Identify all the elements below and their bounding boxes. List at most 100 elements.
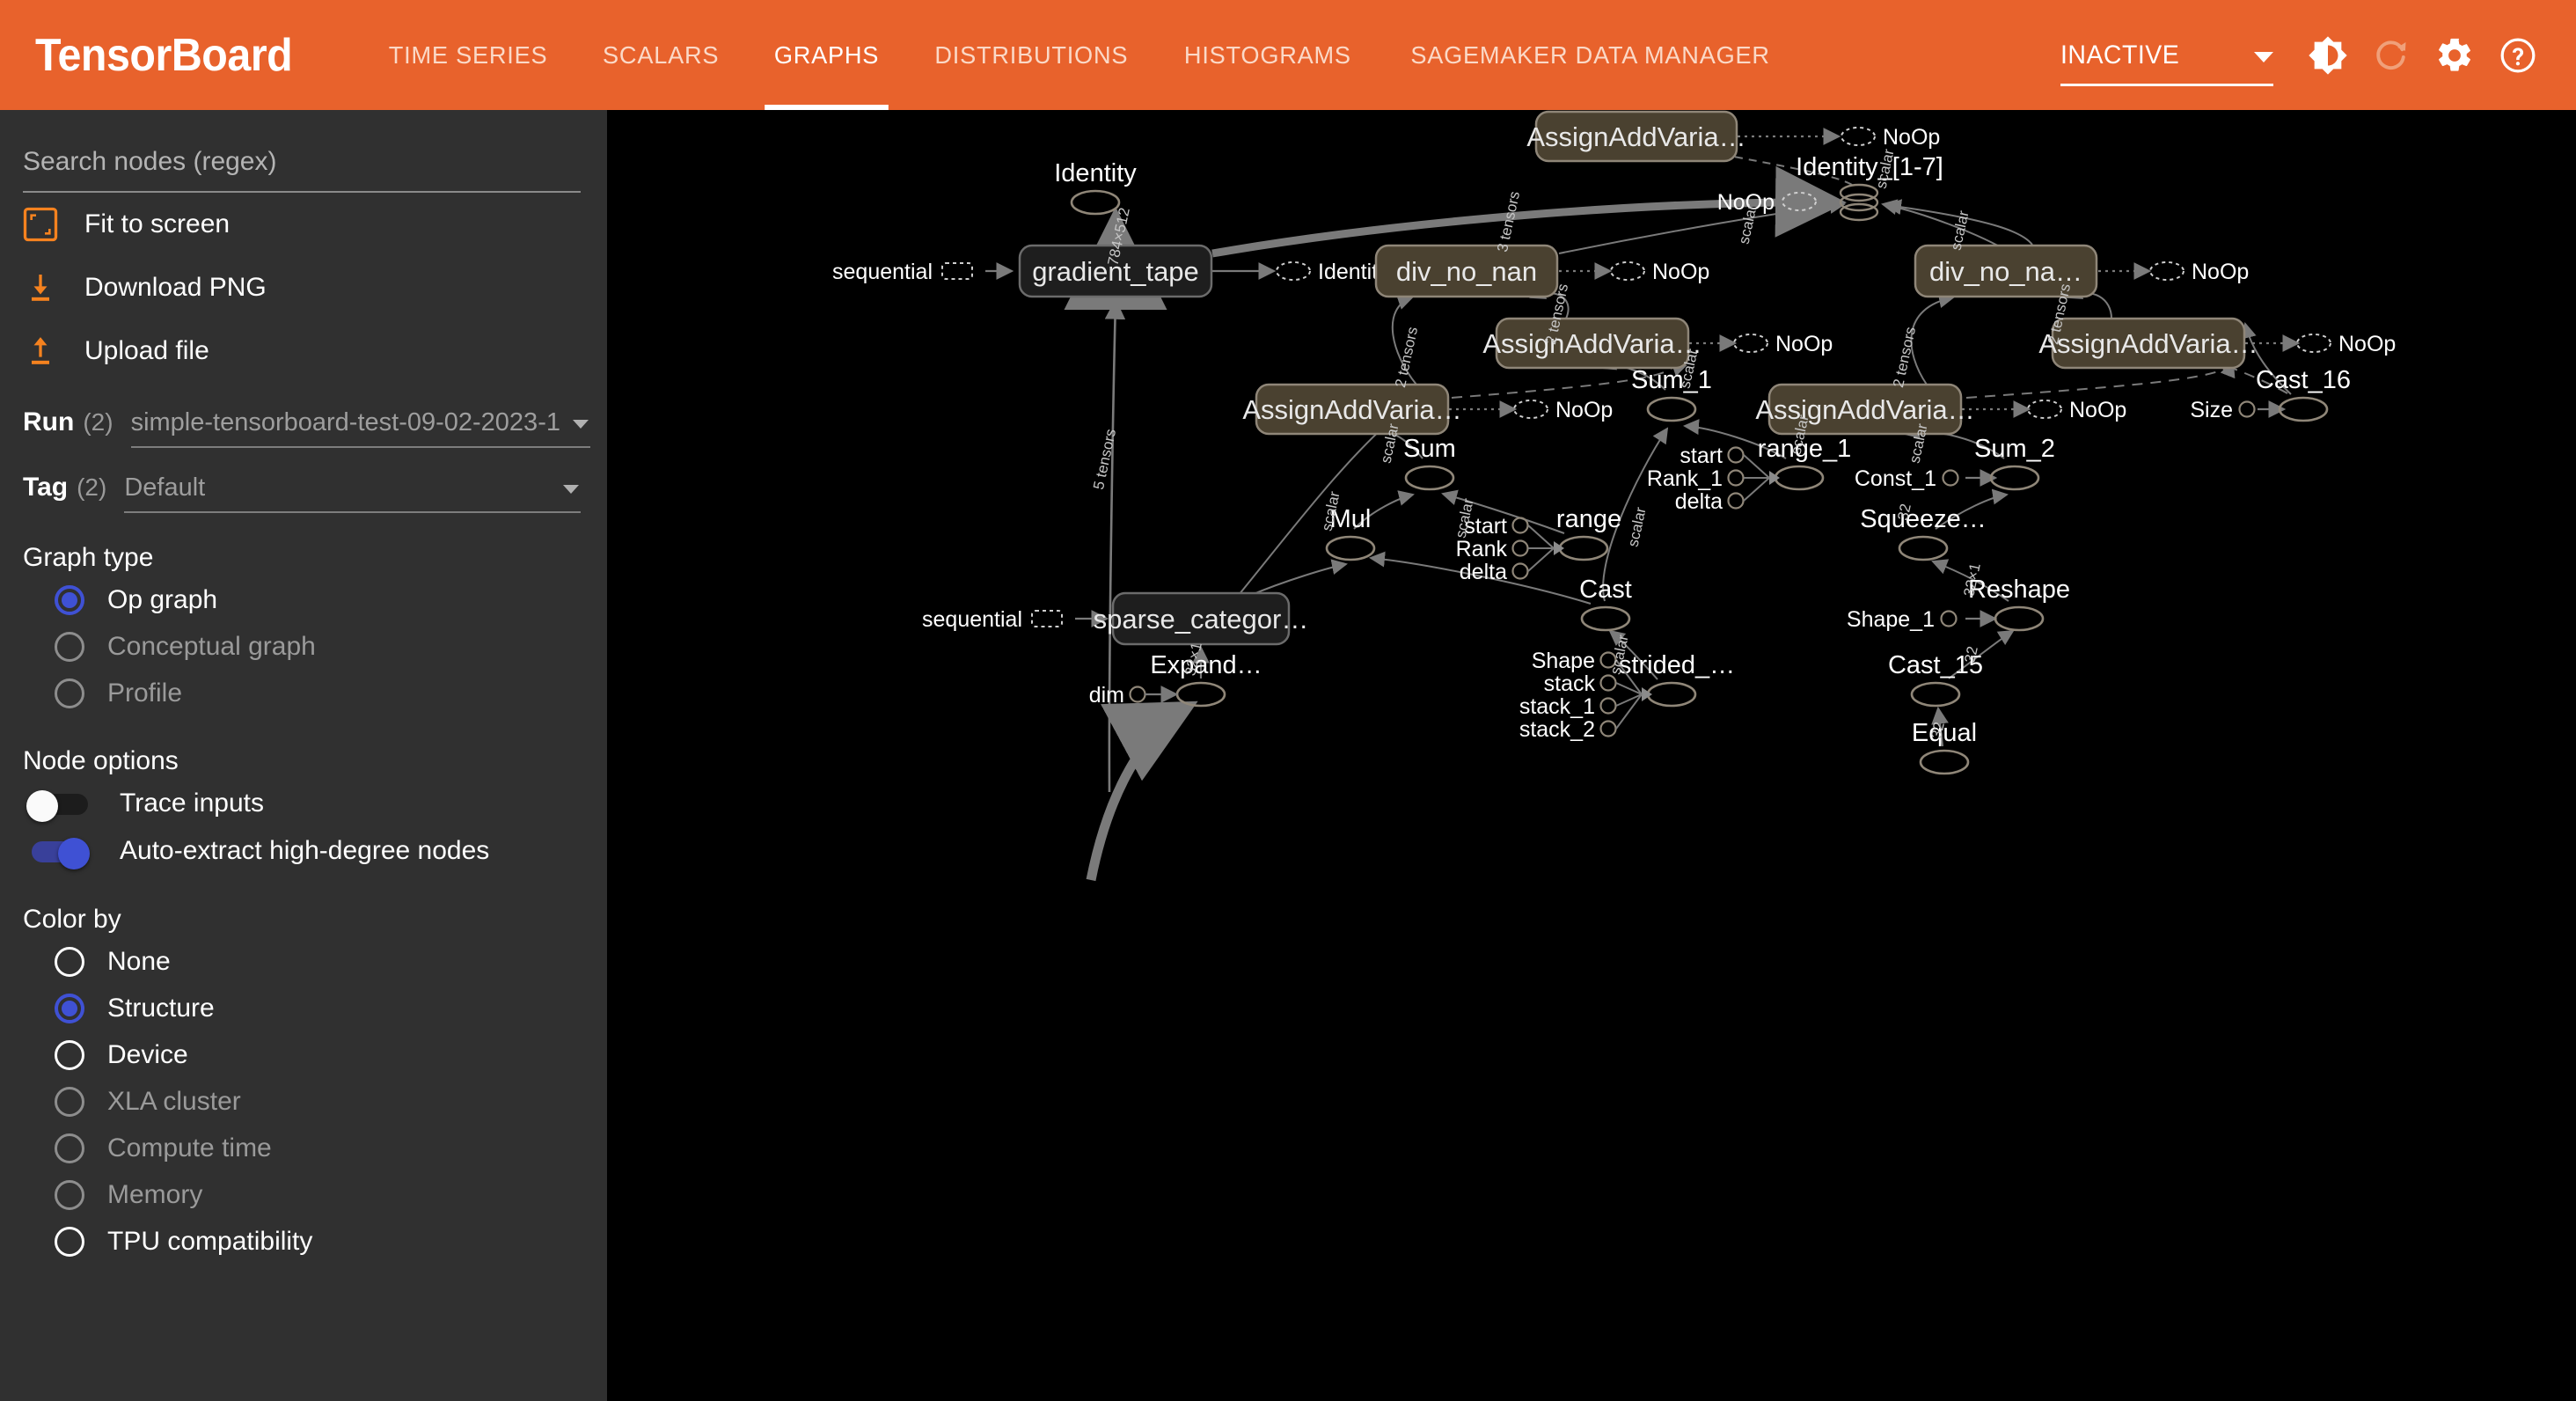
graph-node-noop_b2[interactable]: NoOp <box>2027 398 2126 422</box>
node-shape[interactable] <box>1646 396 1697 422</box>
input-port[interactable] <box>1599 720 1617 737</box>
brightness-icon[interactable] <box>2296 24 2360 87</box>
node-shape[interactable] <box>1942 469 1959 487</box>
graph-node-strided[interactable]: strided_… Shapestackstack_1stack_2 <box>1519 649 1735 742</box>
node-shape[interactable] <box>1919 749 1970 775</box>
node-shape[interactable] <box>1646 681 1697 708</box>
node-shape[interactable] <box>1733 334 1768 353</box>
graph-node-assignadd_b1[interactable]: AssignAddVaria… <box>1242 383 1462 436</box>
graph-node-shape_1[interactable]: Shape_1 <box>1847 607 1958 632</box>
node-shape[interactable] <box>2238 400 2256 418</box>
graph-node-noop_top[interactable]: NoOp <box>1841 125 1940 150</box>
radio-color-xla-cluster[interactable]: XLA cluster <box>55 1078 607 1125</box>
node-shape[interactable] <box>1839 202 1879 222</box>
node-shape[interactable] <box>1774 465 1825 491</box>
graph-node-seq_bottom[interactable]: sequential <box>922 607 1063 632</box>
graph-node-assignadd_m2[interactable]: AssignAddVaria… <box>2038 317 2258 370</box>
radio-color-compute-time[interactable]: Compute time <box>55 1125 607 1171</box>
input-port[interactable] <box>1599 697 1617 715</box>
tab-scalars[interactable]: SCALARS <box>578 0 743 110</box>
graph-node-sum_1[interactable]: Sum_1 <box>1631 366 1712 422</box>
graph-node-range[interactable]: rangestartRankdelta <box>1456 505 1621 584</box>
radio-conceptual-graph[interactable]: Conceptual graph <box>55 623 607 670</box>
node-shape[interactable] <box>2296 334 2331 353</box>
tab-sagemaker-data-manager[interactable]: SAGEMAKER DATA MANAGER <box>1386 0 1795 110</box>
graph-node-assignadd_m1[interactable]: AssignAddVaria… <box>1482 317 1702 370</box>
radio-color-none[interactable]: None <box>55 938 607 985</box>
radio-color-device[interactable]: Device <box>55 1031 607 1078</box>
tab-graphs[interactable]: GRAPHS <box>749 0 904 110</box>
graph-node-sum[interactable]: Sum <box>1403 435 1456 491</box>
input-port[interactable] <box>1599 674 1617 692</box>
node-shape[interactable] <box>1070 189 1121 216</box>
radio-color-structure[interactable]: Structure <box>55 985 607 1031</box>
node-shape[interactable] <box>1276 261 1311 281</box>
graph-node-squeeze[interactable]: Squeeze… <box>1860 505 1987 561</box>
radio-color-tpu-compatibility[interactable]: TPU compatibility <box>55 1218 607 1265</box>
node-shape[interactable] <box>2278 396 2329 422</box>
graph-node-div_no_nan[interactable]: div_no_nan <box>1374 244 1559 298</box>
graph-node-range_1[interactable]: range_1startRank_1delta <box>1647 435 1851 514</box>
node-shape[interactable] <box>1841 127 1876 146</box>
graph-node-assignadd_top[interactable]: AssignAddVaria… <box>1526 110 1746 163</box>
tag-value-box[interactable]: Default <box>124 473 581 513</box>
run-value-box[interactable]: simple-tensorboard-test-09-02-2023-1 <box>130 408 590 448</box>
toggle-trace-inputs[interactable]: Trace inputs <box>26 780 607 827</box>
node-shape[interactable] <box>1031 610 1063 627</box>
refresh-icon[interactable] <box>2360 24 2423 87</box>
radio-profile[interactable]: Profile <box>55 670 607 716</box>
input-port[interactable] <box>1511 539 1529 557</box>
settings-gear-icon[interactable] <box>2423 24 2486 87</box>
input-port[interactable] <box>1727 469 1745 487</box>
tab-time-series[interactable]: TIME SERIES <box>364 0 573 110</box>
upload-file-button[interactable]: Upload file <box>23 319 607 383</box>
graph-node-const_1[interactable]: Const_1 <box>1855 466 1959 491</box>
node-shape[interactable] <box>1175 681 1226 708</box>
graph-node-sparse_cce[interactable]: sparse_categor… <box>1094 591 1309 646</box>
node-shape[interactable] <box>1994 605 2045 632</box>
node-shape[interactable] <box>1513 400 1548 419</box>
run-selector[interactable]: Run (2) simple-tensorboard-test-09-02-20… <box>23 392 590 448</box>
graph-node-noop_div1[interactable]: NoOp <box>1610 260 1709 284</box>
graph-canvas[interactable]: AssignAddVaria… NoOp Identity_[1-7] NoOp Ide… <box>607 110 2576 1401</box>
graph-node-noop_div2[interactable]: NoOp <box>2149 260 2249 284</box>
graph-node-cast[interactable]: Cast <box>1579 576 1632 632</box>
search-input[interactable] <box>23 147 581 191</box>
graph-node-expand[interactable]: Expand… dim <box>1089 651 1262 708</box>
input-port[interactable] <box>1129 686 1146 703</box>
node-shape[interactable] <box>1898 535 1949 561</box>
help-icon[interactable] <box>2486 24 2550 87</box>
toggle-auto-extract[interactable]: Auto-extract high-degree nodes <box>26 827 607 875</box>
fit-to-screen-button[interactable]: Fit to screen <box>23 193 607 256</box>
graph-node-seq_top[interactable]: sequential <box>832 260 973 284</box>
node-shape[interactable] <box>1910 681 1961 708</box>
tag-selector[interactable]: Tag (2) Default <box>23 457 581 513</box>
graph-node-noop_b1[interactable]: NoOp <box>1513 398 1613 422</box>
tab-histograms[interactable]: HISTOGRAMS <box>1160 0 1376 110</box>
node-shape[interactable] <box>1610 261 1645 281</box>
graph-node-cast_16[interactable]: Cast_16 <box>2256 366 2351 422</box>
node-shape[interactable] <box>1404 465 1455 491</box>
node-shape[interactable] <box>1558 535 1609 561</box>
graph-node-assignadd_b2[interactable]: AssignAddVaria… <box>1755 383 1975 436</box>
input-port[interactable] <box>1727 446 1745 464</box>
graph-svg[interactable]: AssignAddVaria… NoOp Identity_[1-7] NoOp Ide… <box>607 110 2576 1401</box>
graph-node-reshape[interactable]: Reshape <box>1968 576 2070 632</box>
download-png-button[interactable]: Download PNG <box>23 256 607 319</box>
node-shape[interactable] <box>1839 193 1879 212</box>
radio-color-memory[interactable]: Memory <box>55 1171 607 1218</box>
node-shape[interactable] <box>941 262 973 280</box>
tab-distributions[interactable]: DISTRIBUTIONS <box>910 0 1153 110</box>
graph-node-noop_m1[interactable]: NoOp <box>1733 332 1833 356</box>
node-shape[interactable] <box>1580 605 1631 632</box>
node-shape[interactable] <box>2149 261 2184 281</box>
radio-op-graph[interactable]: Op graph <box>55 576 607 623</box>
node-shape[interactable] <box>1940 610 1958 627</box>
node-shape[interactable] <box>1325 535 1376 561</box>
input-port[interactable] <box>1727 492 1745 510</box>
graph-node-size[interactable]: Size <box>2190 398 2256 422</box>
graph-node-identity[interactable]: Identity <box>1054 159 1137 216</box>
input-port[interactable] <box>1511 562 1529 580</box>
status-dropdown[interactable]: INACTIVE <box>2060 40 2273 86</box>
node-shape[interactable] <box>1989 465 2040 491</box>
